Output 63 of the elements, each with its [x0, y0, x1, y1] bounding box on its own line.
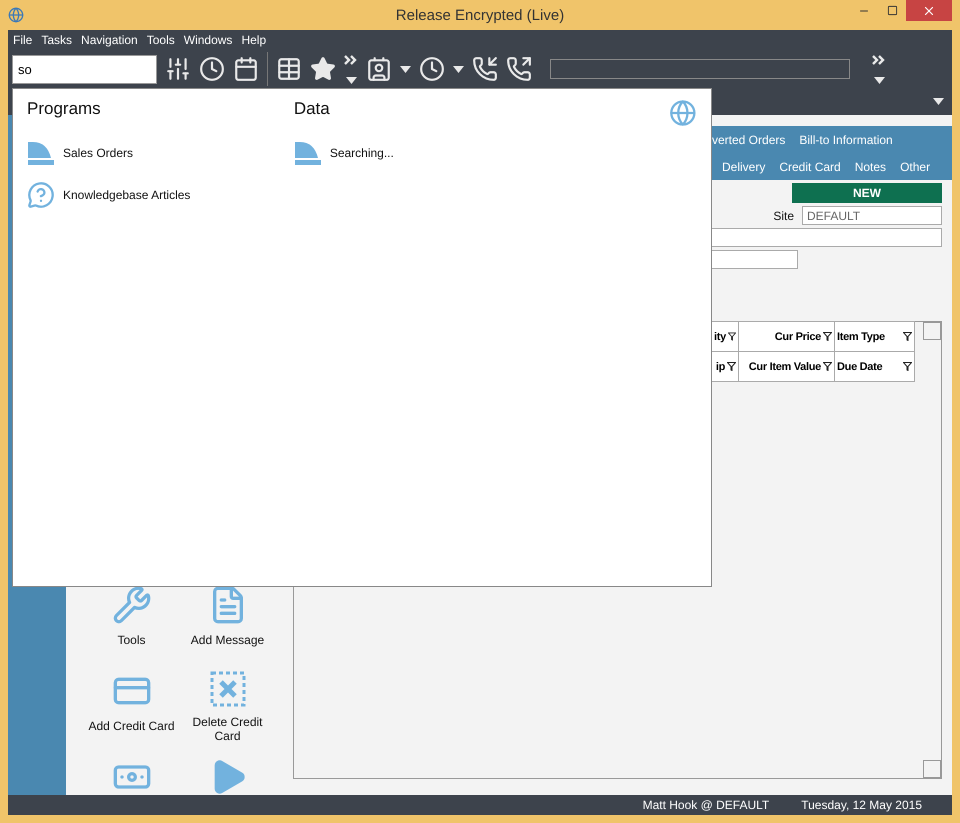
- maximize-icon[interactable]: [886, 5, 898, 16]
- clock-icon[interactable]: [199, 56, 225, 82]
- action-button[interactable]: Add Credit Card: [84, 671, 180, 757]
- site-field[interactable]: DEFAULT: [802, 206, 942, 225]
- caret-icon[interactable]: [346, 76, 356, 84]
- tab[interactable]: Credit Card: [779, 160, 841, 174]
- tab[interactable]: Other: [900, 160, 930, 174]
- sliders-icon[interactable]: [165, 56, 191, 82]
- filter-icon[interactable]: [728, 332, 736, 341]
- search-result[interactable]: Sales Orders: [27, 139, 294, 167]
- contact-card-icon[interactable]: [366, 56, 392, 82]
- search-field[interactable]: so: [12, 54, 157, 84]
- app-logo-icon: [8, 7, 24, 23]
- status-date: Tuesday, 12 May 2015: [801, 798, 922, 812]
- tab[interactable]: Bill-to Information: [799, 132, 893, 146]
- star-icon[interactable]: [310, 56, 336, 82]
- column-header[interactable]: Item Type: [834, 321, 915, 352]
- menu-item[interactable]: Tools: [146, 33, 175, 47]
- caret-icon[interactable]: [400, 66, 411, 72]
- help-bubble-icon: [27, 181, 55, 209]
- menu-item[interactable]: Windows: [184, 33, 232, 47]
- section-title: Data: [294, 99, 331, 119]
- column-header[interactable]: ity: [711, 321, 739, 352]
- tab[interactable]: verted Orders: [712, 132, 786, 146]
- tab[interactable]: Notes: [854, 160, 886, 174]
- menu-item[interactable]: Tasks: [41, 33, 72, 47]
- phone-icon[interactable]: [506, 56, 532, 82]
- column-header[interactable]: Due Date: [834, 351, 915, 382]
- table-icon[interactable]: [276, 56, 302, 82]
- column-header[interactable]: Cur Price: [738, 321, 835, 352]
- caret-icon[interactable]: [933, 98, 944, 105]
- filter-icon[interactable]: [903, 362, 912, 371]
- action-button[interactable]: Delete Credit Card: [180, 671, 276, 757]
- column-header[interactable]: ip: [711, 351, 739, 382]
- new-button[interactable]: NEW: [792, 183, 942, 203]
- filter-icon[interactable]: [823, 362, 832, 371]
- chevrons-icon[interactable]: [872, 54, 886, 64]
- clock-icon[interactable]: [419, 56, 445, 82]
- action-button[interactable]: Add Message: [180, 585, 276, 671]
- menu-item[interactable]: Navigation: [81, 33, 138, 47]
- filter-icon[interactable]: [823, 332, 832, 341]
- phone-icon[interactable]: [472, 56, 498, 82]
- tab[interactable]: Delivery: [722, 160, 766, 174]
- caret-icon[interactable]: [874, 76, 884, 84]
- chevrons-icon[interactable]: [344, 54, 358, 64]
- window-title: Release Encrypted (Live): [394, 6, 566, 24]
- column-header[interactable]: Cur Item Value: [738, 351, 835, 382]
- section-title: Programs: [27, 99, 102, 119]
- site-label: Site: [773, 208, 794, 222]
- filter-icon[interactable]: [903, 332, 912, 341]
- menu-item[interactable]: File: [13, 33, 32, 47]
- status-user: Matt Hook @ DEFAULT: [642, 798, 770, 812]
- calendar-icon[interactable]: [233, 56, 259, 82]
- close-button[interactable]: [906, 0, 952, 21]
- tools-icon: [112, 585, 152, 625]
- delete-icon: [210, 671, 246, 707]
- action-button[interactable]: Tools: [84, 585, 180, 671]
- filter-icon[interactable]: [727, 362, 736, 371]
- caret-icon[interactable]: [453, 66, 464, 72]
- menu-item[interactable]: Help: [241, 33, 266, 47]
- search-result[interactable]: Searching...: [294, 139, 670, 167]
- search-result[interactable]: Knowledgebase Articles: [27, 181, 294, 209]
- text-field[interactable]: [550, 59, 850, 79]
